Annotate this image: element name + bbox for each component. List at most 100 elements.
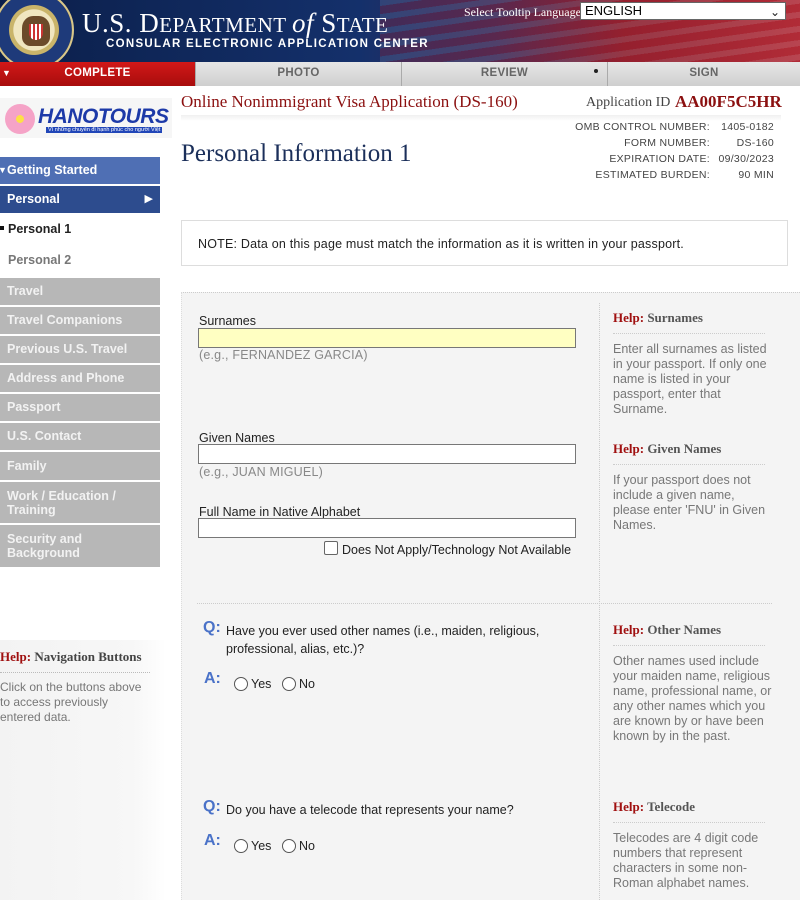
given-names-hint: (e.g., JUAN MIGUEL) bbox=[199, 465, 323, 479]
help-title: Help: Other Names bbox=[613, 622, 722, 637]
help-text: Enter all surnames as listed in your pas… bbox=[613, 342, 767, 416]
tab-review[interactable]: REVIEW bbox=[401, 62, 607, 86]
divider bbox=[0, 672, 150, 673]
center-subtitle: CONSULAR ELECTRONIC APPLICATION CENTER bbox=[106, 38, 429, 50]
question-other-names: Q: Have you ever used other names (i.e.,… bbox=[203, 619, 593, 658]
sidebar-item-label: Security and Background bbox=[7, 532, 83, 560]
tab-complete-label: COMPLETE bbox=[64, 67, 131, 79]
omb-row: EXPIRATION DATE: 09/30/2023 bbox=[609, 153, 774, 165]
divider bbox=[613, 333, 765, 334]
given-names-label: Given Names bbox=[199, 431, 275, 445]
sidebar-item-label: Personal 1 bbox=[8, 222, 72, 236]
sidebar-item-travel-companions[interactable]: Travel Companions bbox=[0, 307, 160, 334]
navigation-help-box: Help: Navigation Buttons Click on the bu… bbox=[0, 640, 166, 900]
current-page-marker bbox=[0, 226, 4, 230]
omb-row: ESTIMATED BURDEN: 90 MIN bbox=[595, 169, 774, 181]
sidebar-item-previous-us-travel[interactable]: Previous U.S. Travel bbox=[0, 336, 160, 363]
sidebar-item-label: U.S. Contact bbox=[7, 429, 82, 443]
sidebar-item-label: Travel Companions bbox=[7, 313, 123, 327]
native-name-na-label: Does Not Apply/Technology Not Available bbox=[342, 543, 572, 557]
tooltip-language-value: ENGLISH bbox=[585, 3, 643, 18]
telecode-no-radio[interactable] bbox=[282, 839, 296, 853]
omb-info: OMB CONTROL NUMBER: 1405-0182 FORM NUMBER… bbox=[560, 121, 774, 185]
sidebar-item-travel[interactable]: Travel bbox=[0, 278, 160, 305]
sidebar-item-family[interactable]: Family bbox=[0, 452, 160, 480]
application-id-label: Application ID bbox=[586, 95, 671, 110]
help-text: Telecodes are 4 digit code numbers that … bbox=[613, 831, 759, 890]
help-title: Help: Surnames bbox=[613, 310, 703, 325]
surnames-label: Surnames bbox=[199, 314, 256, 328]
chevron-down-icon: ⌄ bbox=[769, 5, 780, 19]
divider bbox=[613, 464, 765, 465]
omb-row: FORM NUMBER: DS-160 bbox=[624, 137, 774, 149]
tab-sign[interactable]: SIGN bbox=[607, 62, 800, 86]
other-names-no-radio[interactable] bbox=[282, 677, 296, 691]
sidebar-item-label: Getting Started bbox=[7, 163, 98, 177]
help-title: Help: Given Names bbox=[613, 441, 722, 456]
state-department-seal-icon bbox=[0, 0, 74, 62]
help-text: Other names used include your maiden nam… bbox=[613, 654, 772, 743]
logo-brand: HANOTOURS bbox=[38, 105, 169, 128]
tooltip-language-label: Select Tooltip Language bbox=[464, 5, 581, 19]
tooltip-language-select[interactable]: ENGLISH ⌄ bbox=[580, 2, 786, 20]
tab-review-label: REVIEW bbox=[480, 67, 529, 79]
help-column-divider bbox=[599, 303, 600, 900]
sidebar-item-us-contact[interactable]: U.S. Contact bbox=[0, 423, 160, 450]
application-title: Online Nonimmigrant Visa Application (DS… bbox=[181, 92, 518, 111]
navigation-help-text: Click on the buttons above to access pre… bbox=[0, 680, 142, 724]
answer-marker: A: bbox=[204, 670, 221, 687]
sidebar-item-label: Family bbox=[7, 459, 47, 473]
question-marker: Q: bbox=[203, 798, 221, 815]
sidebar-item-personal-2[interactable]: Personal 2 bbox=[0, 250, 160, 270]
sidebar-item-address-phone[interactable]: Address and Phone bbox=[0, 365, 160, 392]
sidebar-item-label: Work / Education / Training bbox=[7, 489, 116, 517]
divider bbox=[613, 822, 765, 823]
surnames-input[interactable] bbox=[198, 328, 576, 348]
sidebar-item-work-education[interactable]: Work / Education / Training bbox=[0, 482, 160, 523]
help-surnames: Help: Surnames Enter all surnames as lis… bbox=[613, 310, 783, 417]
surnames-hint: (e.g., FERNANDEZ GARCIA) bbox=[199, 348, 368, 362]
answer-marker: A: bbox=[204, 832, 221, 849]
native-name-na-checkbox[interactable] bbox=[324, 541, 338, 555]
sidebar-item-label: Address and Phone bbox=[7, 371, 125, 385]
navigation-help-title: Help: Navigation Buttons bbox=[0, 649, 142, 664]
help-text: If your passport does not include a give… bbox=[613, 473, 766, 532]
other-names-yes-label: Yes bbox=[251, 677, 272, 691]
native-name-input[interactable] bbox=[198, 518, 576, 538]
caret-right-icon: ▶ bbox=[144, 193, 153, 205]
help-telecode: Help: Telecode Telecodes are 4 digit cod… bbox=[613, 799, 783, 891]
application-id: AA00F5C5HR bbox=[675, 92, 782, 111]
progress-marker bbox=[594, 69, 598, 73]
sidebar-item-label: Passport bbox=[7, 400, 61, 414]
shield-shape bbox=[29, 24, 43, 40]
sidebar-item-label: Previous U.S. Travel bbox=[7, 342, 128, 356]
other-names-yes-radio[interactable] bbox=[234, 677, 248, 691]
agency-logo: HANOTOURS Vì những chuyến đi hạnh phúc c… bbox=[0, 98, 172, 138]
native-name-label: Full Name in Native Alphabet bbox=[199, 505, 361, 519]
tab-complete[interactable]: ▼ COMPLETE bbox=[0, 62, 195, 86]
given-names-input[interactable] bbox=[198, 444, 576, 464]
arrow-down-icon: ▼ bbox=[0, 165, 7, 175]
telecode-yes-radio[interactable] bbox=[234, 839, 248, 853]
arrow-down-icon: ▼ bbox=[2, 68, 12, 78]
sidebar-item-label: Travel bbox=[7, 284, 44, 298]
other-names-no-label: No bbox=[299, 677, 315, 691]
help-title: Help: Telecode bbox=[613, 799, 695, 814]
logo-tagline: Vì những chuyến đi hạnh phúc cho người V… bbox=[46, 127, 163, 133]
question-marker: Q: bbox=[203, 619, 221, 636]
site-banner: U.S. DEPARTMENT of STATE CONSULAR ELECTR… bbox=[0, 0, 800, 62]
passport-note: NOTE: Data on this page must match the i… bbox=[181, 220, 788, 266]
question-text: Do you have a telecode that represents y… bbox=[226, 803, 514, 817]
sidebar-item-label: Personal bbox=[7, 192, 60, 206]
sidebar-item-security-background[interactable]: Security and Background bbox=[0, 525, 160, 567]
sidebar-item-personal-1[interactable]: Personal 1 bbox=[0, 219, 160, 239]
sidebar-item-personal[interactable]: Personal ▶ bbox=[0, 186, 160, 213]
sidebar-item-getting-started[interactable]: ▼ Getting Started bbox=[0, 157, 160, 184]
sidebar-item-passport[interactable]: Passport bbox=[0, 394, 160, 421]
tab-sign-label: SIGN bbox=[689, 67, 719, 79]
section-divider bbox=[197, 603, 772, 604]
tab-photo[interactable]: PHOTO bbox=[195, 62, 401, 86]
page-title: Personal Information 1 bbox=[181, 140, 412, 167]
question-text: Have you ever used other names (i.e., ma… bbox=[226, 624, 540, 656]
telecode-no-label: No bbox=[299, 839, 315, 853]
